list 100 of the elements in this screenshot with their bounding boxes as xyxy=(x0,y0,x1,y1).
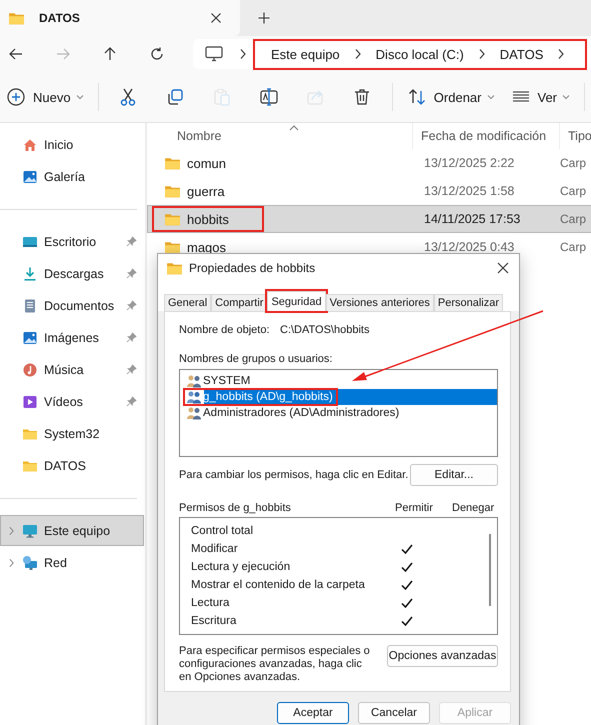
dialog-title: Propiedades de hobbits xyxy=(189,261,316,275)
sidebar-item[interactable]: Galería xyxy=(0,161,144,192)
dialog-button[interactable]: Cancelar xyxy=(358,702,430,724)
edit-button[interactable]: Editar... xyxy=(410,464,498,486)
up-icon[interactable] xyxy=(102,46,118,62)
file-type: Carp xyxy=(560,184,586,198)
breadcrumb[interactable]: Disco local (C:) xyxy=(376,46,464,62)
file-type: Carp xyxy=(560,212,586,226)
file-row[interactable]: magos 13/12/2025 0:43 Carp xyxy=(147,233,591,261)
chevron-right-icon xyxy=(239,48,247,60)
sidebar-item[interactable]: Este equipo xyxy=(0,515,144,546)
chevron-right-icon xyxy=(557,48,566,60)
user-list-item[interactable]: Administradores (AD\Administradores) xyxy=(183,405,497,421)
network-icon xyxy=(22,554,38,570)
permission-name: Lectura xyxy=(191,597,230,609)
user-name: Administradores (AD\Administradores) xyxy=(203,407,400,419)
rename-icon xyxy=(258,87,279,107)
file-type: Carp xyxy=(560,240,586,254)
advanced-hint: Para especificar permisos especiales o configuraciones avanzadas, haga clic en Opciones avanzadas. xyxy=(179,645,371,684)
dialog-tab[interactable]: General xyxy=(164,294,212,311)
file-name: hobbits xyxy=(187,212,229,226)
file-row[interactable]: guerra 13/12/2025 1:58 Carp xyxy=(147,177,591,205)
sort-icon xyxy=(406,87,427,107)
file-date: 14/11/2025 17:53 xyxy=(424,212,522,226)
users-icon xyxy=(186,373,202,389)
advanced-button[interactable]: Opciones avanzadas xyxy=(387,645,498,667)
tab-title: DATOS xyxy=(39,11,81,25)
chevron-down-icon xyxy=(562,93,570,101)
dialog-tab[interactable]: Personalizar xyxy=(434,294,504,311)
music-note-icon xyxy=(22,362,38,378)
breadcrumb[interactable]: Este equipo xyxy=(271,46,340,62)
permission-name: Mostrar el contenido de la carpeta xyxy=(191,579,366,591)
refresh-icon[interactable] xyxy=(149,46,165,62)
chevron-right-icon xyxy=(478,48,486,60)
user-name: g_hobbits (AD\g_hobbits) xyxy=(203,391,333,403)
close-icon[interactable] xyxy=(497,262,509,274)
chevron-down-icon xyxy=(486,93,494,101)
new-icon xyxy=(6,87,26,107)
file-date: 13/12/2025 0:43 xyxy=(424,240,516,254)
sidebar-item[interactable]: DATOS xyxy=(0,450,144,481)
sidebar-item[interactable]: Inicio xyxy=(0,129,144,160)
object-label: Nombre de objeto: xyxy=(179,324,270,336)
object-path: C:\DATOS\hobbits xyxy=(280,324,370,336)
dialog-tab[interactable]: Seguridad xyxy=(267,291,326,311)
dialog-tab[interactable]: Compartir xyxy=(211,294,268,311)
sort-caret-icon xyxy=(289,125,299,131)
permissions-label: Permisos de g_hobbits xyxy=(179,502,292,514)
paste-icon xyxy=(212,87,232,107)
file-row[interactable]: comun 13/12/2025 2:22 Carp xyxy=(147,149,591,177)
file-name: comun xyxy=(187,156,226,170)
monitor-icon xyxy=(205,46,223,62)
close-icon[interactable] xyxy=(210,12,222,24)
sidebar-item[interactable]: Red xyxy=(0,547,144,578)
breadcrumb[interactable]: DATOS xyxy=(500,46,544,62)
explorer-tab[interactable]: DATOS xyxy=(0,0,240,36)
sidebar-item[interactable]: System32 xyxy=(0,418,144,449)
user-list-item[interactable]: g_hobbits (AD\g_hobbits) xyxy=(183,389,497,405)
edit-hint: Para cambiar los permisos, haga clic en Editar. xyxy=(179,469,408,481)
address-bar[interactable]: Este equipo Disco local (C:) DATOS xyxy=(193,39,591,69)
image-icon xyxy=(22,168,38,184)
file-date: 13/12/2025 2:22 xyxy=(424,156,516,170)
back-icon[interactable] xyxy=(8,46,24,62)
user-list-item[interactable]: SYSTEM xyxy=(183,373,497,389)
column-header: Permitir xyxy=(395,502,434,514)
monitor-icon xyxy=(22,522,38,538)
chevron-right-icon[interactable] xyxy=(8,558,15,568)
sidebar-item[interactable]: Documentos xyxy=(0,290,144,321)
file-name: guerra xyxy=(187,184,225,198)
sidebar-item[interactable]: Escritorio xyxy=(0,226,144,257)
users-icon xyxy=(186,405,202,421)
sort-button[interactable]: Ordenar xyxy=(398,80,502,114)
chevron-right-icon[interactable] xyxy=(8,526,15,536)
sidebar-item[interactable]: Música xyxy=(0,354,144,385)
sidebar-item[interactable]: Descargas xyxy=(0,258,144,289)
column-header[interactable]: Nombre xyxy=(147,123,413,149)
users-label: Nombres de grupos o usuarios: xyxy=(179,353,334,365)
column-header: Denegar xyxy=(452,502,496,514)
file-date: 13/12/2025 1:58 xyxy=(424,184,516,198)
cut-icon xyxy=(118,87,138,107)
column-header[interactable]: Tipo xyxy=(560,123,591,149)
file-type: Carp xyxy=(560,156,586,170)
file-name: magos xyxy=(187,240,226,254)
dialog-button[interactable]: Aceptar xyxy=(277,702,349,724)
download-icon xyxy=(22,266,38,282)
sidebar-item[interactable]: Vídeos xyxy=(0,386,144,417)
dialog-tab[interactable]: Versiones anteriores xyxy=(326,294,434,311)
file-row[interactable]: hobbits 14/11/2025 17:53 Carp xyxy=(147,205,591,233)
users-icon xyxy=(186,389,202,405)
permission-name: Lectura y ejecución xyxy=(191,561,292,573)
permission-name: Modificar xyxy=(191,543,239,555)
home-icon xyxy=(22,136,38,152)
user-name: SYSTEM xyxy=(203,375,250,387)
column-header[interactable]: Fecha de modificación xyxy=(413,123,560,149)
sidebar-item[interactable]: Imágenes xyxy=(0,322,144,353)
new-tab-icon[interactable] xyxy=(258,12,270,24)
permission-name: Control total xyxy=(191,525,254,537)
new-button[interactable]: Nuevo xyxy=(6,80,92,114)
scrollbar[interactable] xyxy=(489,534,491,606)
view-button[interactable]: Ver xyxy=(502,80,578,114)
video-icon xyxy=(22,394,38,410)
